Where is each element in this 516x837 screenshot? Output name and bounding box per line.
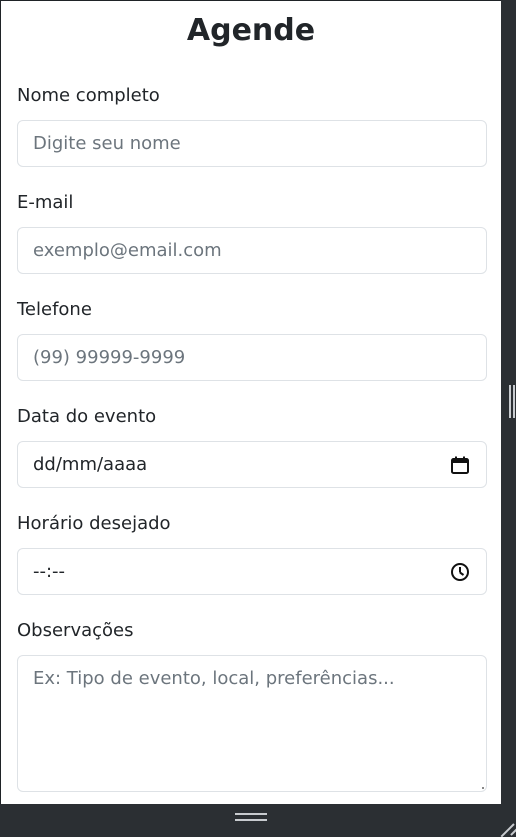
page-title: Agende <box>186 13 316 48</box>
clock-icon[interactable] <box>450 562 470 582</box>
name-placeholder: Digite seu nome <box>33 133 181 154</box>
phone-label: Telefone <box>17 299 92 320</box>
time-input[interactable]: --:-- <box>17 548 487 595</box>
notes-placeholder: Ex: Tipo de evento, local, preferências.… <box>33 668 395 689</box>
bottom-resize-handle[interactable] <box>235 813 267 821</box>
email-placeholder: exemplo@email.com <box>33 240 222 261</box>
date-input[interactable]: dd/mm/aaaa <box>17 441 487 488</box>
time-label: Horário desejado <box>17 513 171 534</box>
time-value: --:-- <box>33 561 66 582</box>
textarea-resize-grip[interactable] <box>478 783 484 789</box>
date-value: dd/mm/aaaa <box>33 454 148 475</box>
side-resize-handle[interactable] <box>509 385 515 418</box>
phone-input[interactable]: (99) 99999-9999 <box>17 334 487 381</box>
email-label: E-mail <box>17 192 74 213</box>
corner-resize-grip[interactable] <box>498 809 514 825</box>
notes-label: Observações <box>17 620 134 641</box>
name-input[interactable]: Digite seu nome <box>17 120 487 167</box>
form-viewport: Agende Nome completo Digite seu nome E-m… <box>0 0 501 804</box>
email-input[interactable]: exemplo@email.com <box>17 227 487 274</box>
date-label: Data do evento <box>17 406 157 427</box>
phone-placeholder: (99) 99999-9999 <box>33 347 186 368</box>
notes-textarea[interactable]: Ex: Tipo de evento, local, preferências.… <box>17 655 487 792</box>
calendar-icon[interactable] <box>450 455 470 475</box>
name-label: Nome completo <box>17 85 160 106</box>
